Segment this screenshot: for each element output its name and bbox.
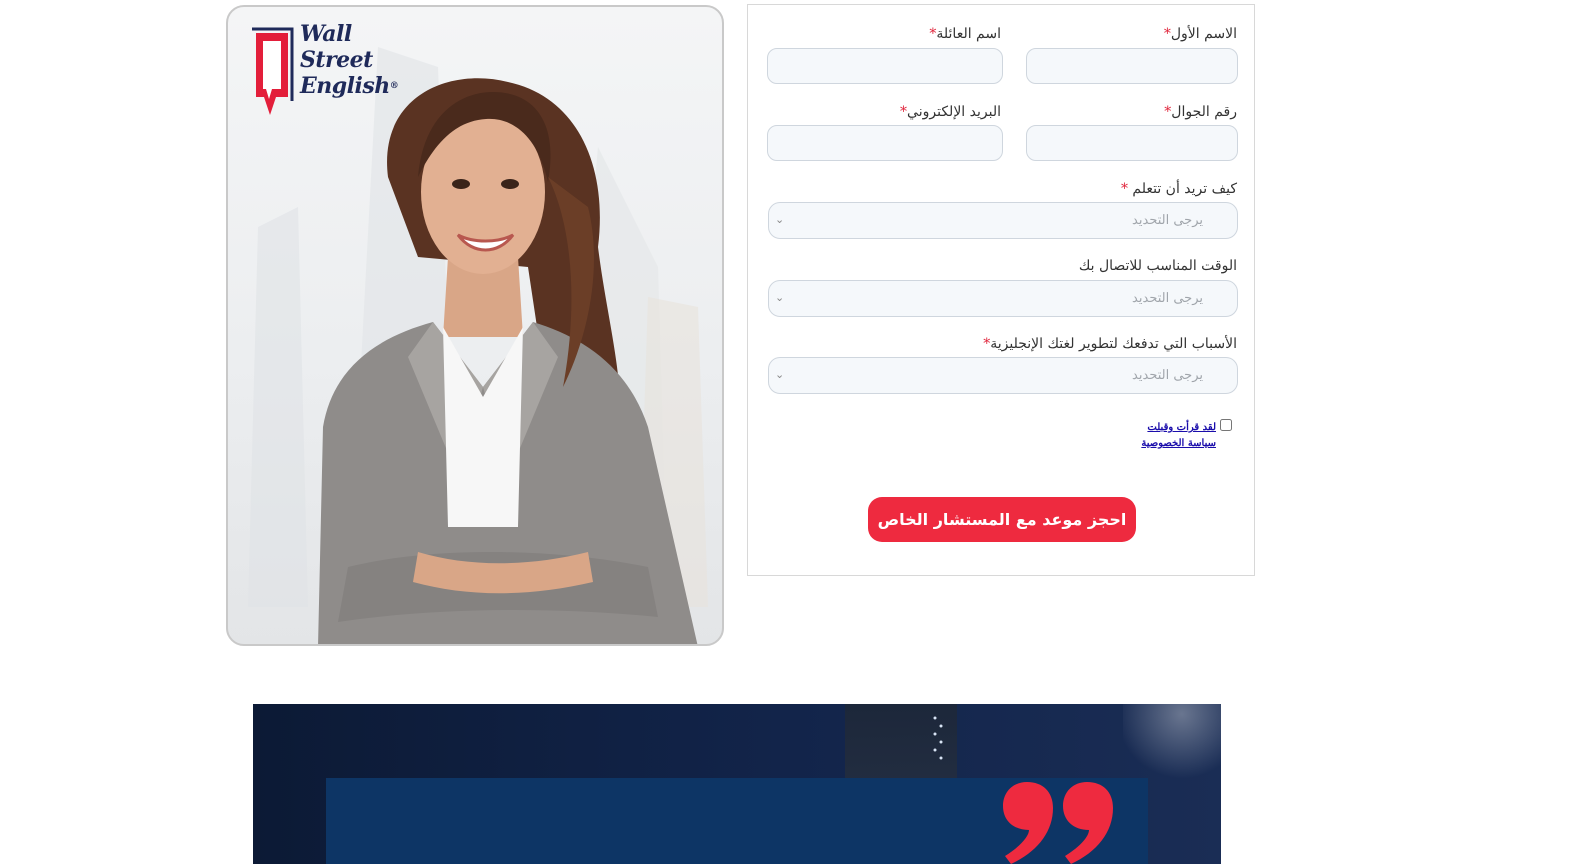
mobile-label: رقم الجوال* — [1164, 104, 1237, 120]
learn-method-label-text: كيف تريد أن تتعلم — [1132, 181, 1237, 197]
learn-method-label: كيف تريد أن تتعلم * — [1121, 181, 1237, 197]
required-mark: * — [900, 104, 908, 120]
contact-time-label: الوقت المناسب للاتصال بك — [1079, 258, 1237, 274]
contact-time-select[interactable]: يرجى التحديد ⌄ — [768, 280, 1238, 317]
email-label: البريد الإلكتروني* — [900, 104, 1001, 120]
privacy-policy-link[interactable]: لقد قرأت وقبلت سياسة الخصوصية — [1141, 422, 1216, 449]
first-name-label-text: الاسم الأول — [1170, 26, 1237, 42]
required-mark: * — [1163, 26, 1171, 42]
select-placeholder: يرجى التحديد — [1132, 368, 1203, 383]
email-label-text: البريد الإلكتروني — [907, 104, 1001, 120]
last-name-input[interactable] — [767, 48, 1003, 84]
logo-line-2: Street — [300, 47, 373, 73]
logo-line-3: English® — [300, 73, 399, 99]
logo-line-3-text: English — [300, 73, 390, 99]
speech-bubble-icon — [252, 27, 294, 115]
first-name-label: الاسم الأول* — [1164, 26, 1237, 42]
chevron-down-icon: ⌄ — [775, 291, 785, 304]
required-mark: * — [1120, 181, 1128, 197]
privacy-checkbox[interactable] — [1220, 419, 1232, 431]
mobile-label-text: رقم الجوال — [1171, 104, 1237, 120]
last-name-label: اسم العائلة* — [929, 26, 1001, 42]
quote-icon — [1003, 782, 1113, 864]
testimonial-banner — [253, 704, 1221, 864]
chevron-down-icon: ⌄ — [775, 213, 785, 226]
last-name-label-text: اسم العائلة — [936, 26, 1001, 42]
first-name-input[interactable] — [1026, 48, 1238, 84]
chevron-down-icon: ⌄ — [775, 368, 785, 381]
select-placeholder: يرجى التحديد — [1132, 213, 1203, 228]
brand-logo[interactable]: Wall Street English® — [248, 21, 399, 121]
hero-image: Wall Street English® — [226, 5, 724, 646]
contact-time-label-text: الوقت المناسب للاتصال بك — [1078, 258, 1237, 274]
logo-wordmark: Wall Street English® — [300, 21, 399, 99]
tower-lights — [933, 716, 943, 760]
reasons-label-text: الأسباب التي تدفعك لتطوير لغتك الإنجليزي… — [990, 336, 1237, 352]
mobile-input[interactable] — [1026, 125, 1238, 161]
logo-line-1: Wall — [300, 21, 352, 47]
privacy-text: لقد قرأت وقبلت سياسة الخصوصية — [1116, 420, 1216, 452]
reasons-label: الأسباب التي تدفعك لتطوير لغتك الإنجليزي… — [983, 336, 1237, 352]
learn-method-select[interactable]: يرجى التحديد ⌄ — [768, 202, 1238, 239]
booking-form: الاسم الأول* اسم العائلة* رقم الجوال* ال… — [747, 4, 1255, 576]
select-placeholder: يرجى التحديد — [1132, 291, 1203, 306]
book-consultation-button[interactable]: احجز موعد مع المستشار الخاص — [868, 497, 1136, 542]
reasons-select[interactable]: يرجى التحديد ⌄ — [768, 357, 1238, 394]
email-input[interactable] — [767, 125, 1003, 161]
registered-mark: ® — [389, 81, 399, 91]
